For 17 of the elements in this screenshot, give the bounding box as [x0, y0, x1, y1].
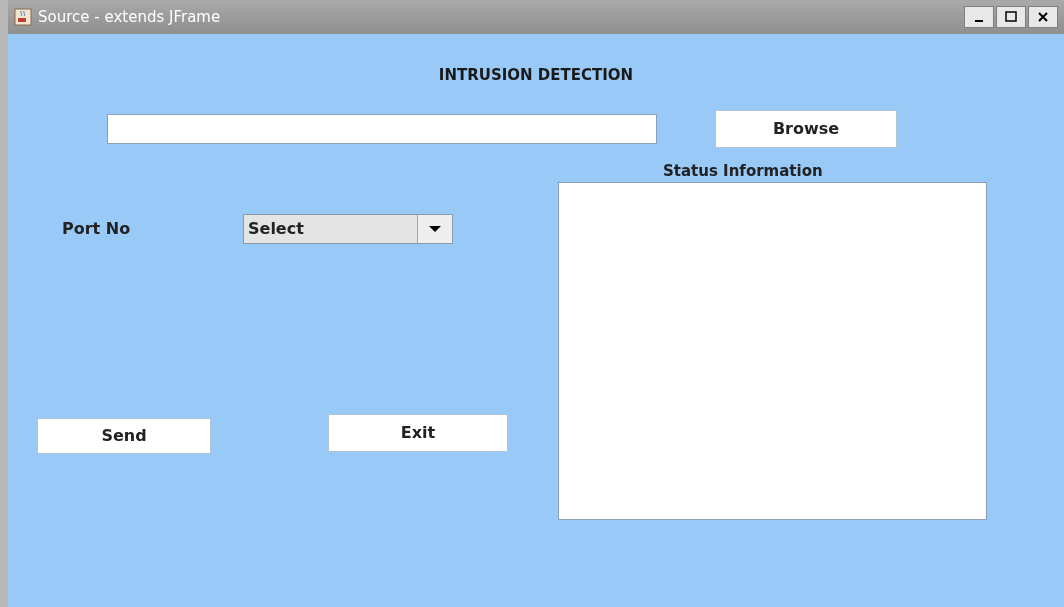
- close-button[interactable]: [1028, 6, 1058, 28]
- caret-icon: [429, 225, 441, 232]
- minimize-icon: [975, 20, 983, 22]
- maximize-button[interactable]: [996, 6, 1026, 28]
- file-path-field[interactable]: [107, 113, 657, 144]
- java-cup-icon: [14, 8, 32, 26]
- close-icon: [1036, 11, 1050, 23]
- port-label: Port No: [62, 217, 132, 240]
- maximize-icon: [1004, 11, 1018, 23]
- minimize-button[interactable]: [964, 6, 994, 28]
- port-dropdown[interactable]: Select: [243, 213, 453, 244]
- browse-button[interactable]: Browse: [715, 109, 897, 148]
- status-label: Status Information: [663, 160, 824, 182]
- send-button[interactable]: Send: [37, 417, 211, 454]
- window-title: Source - extends JFrame: [38, 6, 222, 28]
- heading: INTRUSION DETECTION: [438, 65, 634, 86]
- exit-button[interactable]: Exit: [328, 413, 508, 452]
